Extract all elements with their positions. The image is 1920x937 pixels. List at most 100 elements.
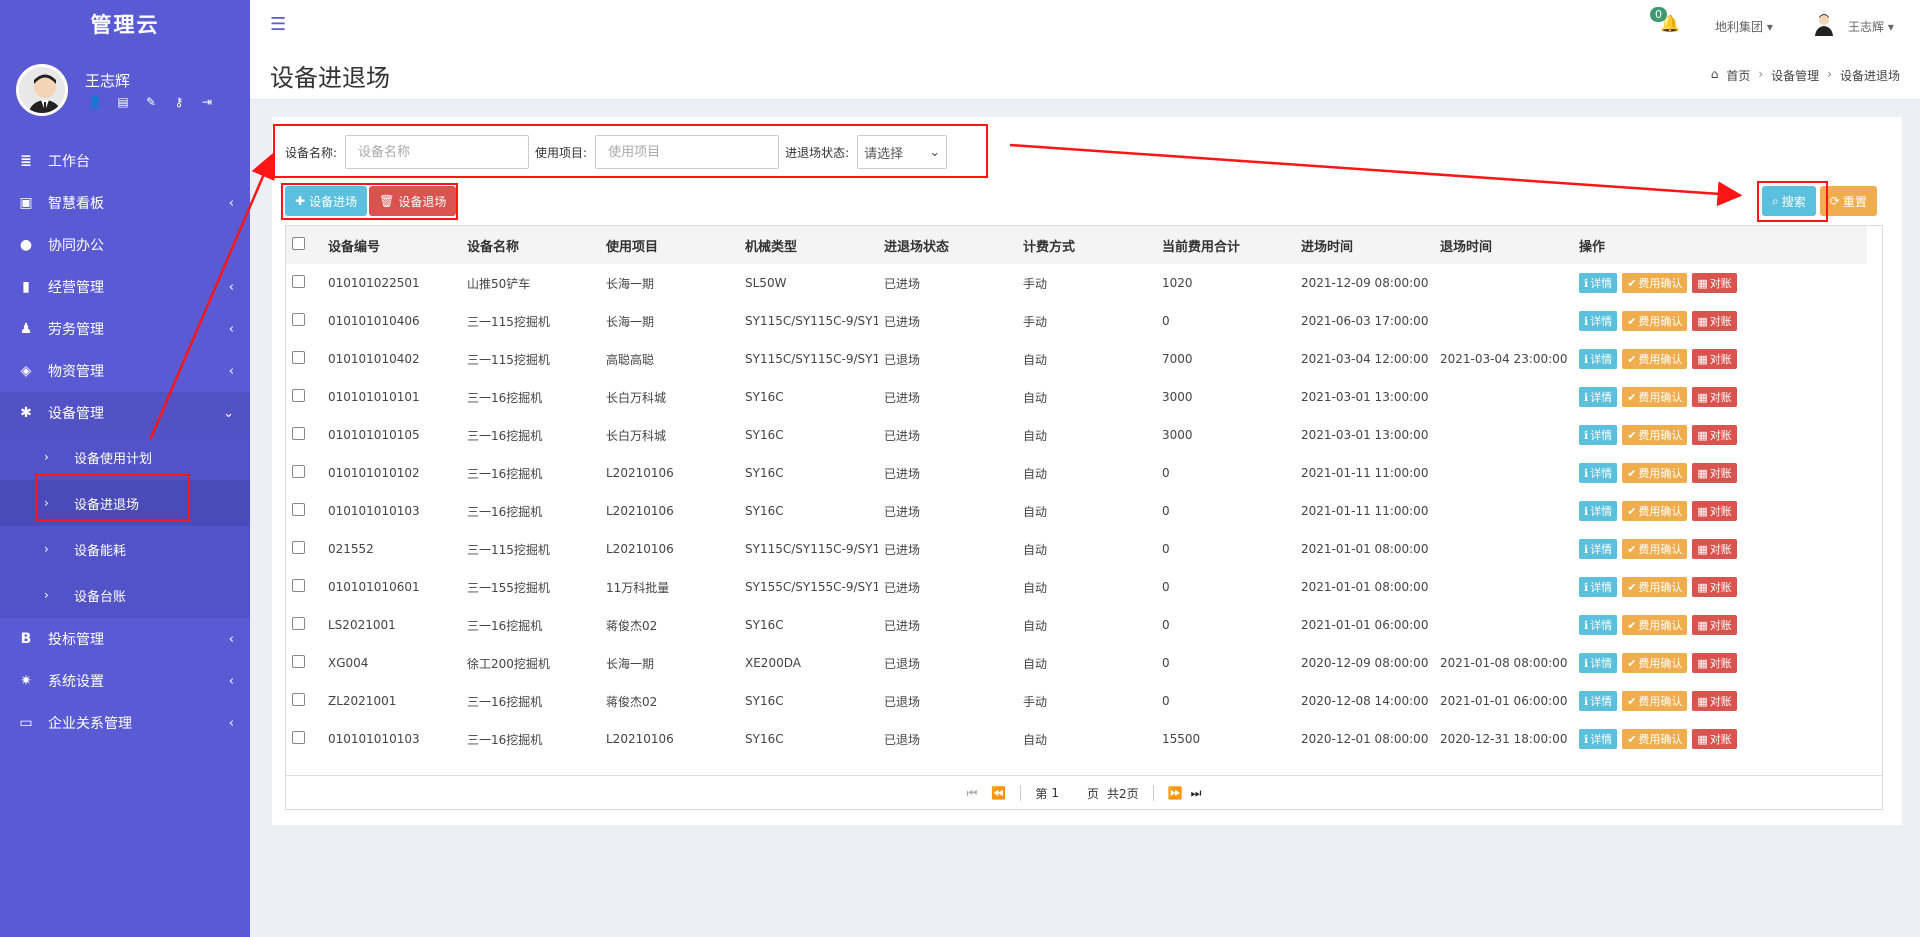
id-card-icon[interactable]: ▤ xyxy=(115,95,131,109)
row-checkbox[interactable] xyxy=(292,389,305,402)
logout-icon[interactable]: ⇥ xyxy=(199,95,215,109)
table-cell: 010101010103 xyxy=(328,732,420,746)
reconcile-button[interactable]: ▦ 对账 xyxy=(1692,463,1737,483)
edit-icon[interactable]: ✎ xyxy=(143,95,159,109)
table-cell: 已进场 xyxy=(884,466,921,481)
fee-confirm-button[interactable]: ✔ 费用确认 xyxy=(1622,691,1688,711)
detail-button[interactable]: ℹ 详情 xyxy=(1579,691,1618,711)
detail-button[interactable]: ℹ 详情 xyxy=(1579,311,1618,331)
reconcile-button[interactable]: ▦ 对账 xyxy=(1692,691,1737,711)
row-checkbox[interactable] xyxy=(292,693,305,706)
sidebar-item-items-3[interactable]: ▮ 经营管理 ‹ xyxy=(0,266,250,308)
reconcile-button[interactable]: ▦ 对账 xyxy=(1692,615,1737,635)
detail-button[interactable]: ℹ 详情 xyxy=(1579,615,1618,635)
fee-confirm-button[interactable]: ✔ 费用确认 xyxy=(1622,539,1688,559)
column-header[interactable]: 进场时间 xyxy=(1295,226,1434,264)
sidebar-item-items-5[interactable]: ◈ 物资管理 ‹ xyxy=(0,350,250,392)
breadcrumb-home[interactable]: 首页 xyxy=(1726,67,1750,84)
sidebar-item-items-6[interactable]: ✱ 设备管理 ⌄ xyxy=(0,392,250,434)
reconcile-button[interactable]: ▦ 对账 xyxy=(1692,273,1737,293)
fee-confirm-button[interactable]: ✔ 费用确认 xyxy=(1622,311,1688,331)
reconcile-button-label: 对账 xyxy=(1709,429,1732,442)
current-page-input[interactable]: 1 xyxy=(1051,786,1059,800)
detail-button[interactable]: ℹ 详情 xyxy=(1579,653,1618,673)
detail-button[interactable]: ℹ 详情 xyxy=(1579,463,1618,483)
detail-button[interactable]: ℹ 详情 xyxy=(1579,539,1618,559)
column-header[interactable]: 操作 xyxy=(1573,226,1867,264)
fee-confirm-button[interactable]: ✔ 费用确认 xyxy=(1622,349,1688,369)
detail-button[interactable]: ℹ 详情 xyxy=(1579,425,1618,445)
row-checkbox[interactable] xyxy=(292,541,305,554)
column-header[interactable]: 当前费用合计 xyxy=(1156,226,1295,264)
column-header[interactable]: 使用项目 xyxy=(600,226,739,264)
fee-confirm-button[interactable]: ✔ 费用确认 xyxy=(1622,273,1688,293)
fee-confirm-button[interactable]: ✔ 费用确认 xyxy=(1622,425,1688,445)
reconcile-button[interactable]: ▦ 对账 xyxy=(1692,425,1737,445)
sidebar-item-items-0[interactable]: ≣ 工作台 xyxy=(0,140,250,182)
prev-page-icon[interactable]: ⏪ xyxy=(991,786,1006,800)
reconcile-button[interactable]: ▦ 对账 xyxy=(1692,349,1737,369)
bell-icon[interactable]: 🔔 xyxy=(1660,14,1680,33)
sidebar-item-items_after-1[interactable]: ✷ 系统设置 ‹ xyxy=(0,660,250,702)
reconcile-button[interactable]: ▦ 对账 xyxy=(1692,729,1737,749)
next-page-icon[interactable]: ⏩ xyxy=(1168,786,1183,800)
row-checkbox[interactable] xyxy=(292,275,305,288)
column-header[interactable]: 设备编号 xyxy=(322,226,461,264)
sidebar-item-items-2[interactable]: ● 协同办公 xyxy=(0,224,250,266)
select-all-checkbox[interactable] xyxy=(292,236,305,250)
user-icon[interactable]: 👤 xyxy=(87,95,103,109)
fee-confirm-button[interactable]: ✔ 费用确认 xyxy=(1622,577,1688,597)
row-checkbox[interactable] xyxy=(292,427,305,440)
row-checkbox[interactable] xyxy=(292,465,305,478)
column-header[interactable]: 进退场状态 xyxy=(878,226,1017,264)
reset-button[interactable]: ⟳ 重置 xyxy=(1819,186,1877,216)
column-header[interactable]: 机械类型 xyxy=(739,226,878,264)
detail-button[interactable]: ℹ 详情 xyxy=(1579,349,1618,369)
row-checkbox[interactable] xyxy=(292,655,305,668)
submenu-item-2[interactable]: › 设备能耗 xyxy=(0,526,250,572)
reconcile-button[interactable]: ▦ 对账 xyxy=(1692,653,1737,673)
submenu-item-3[interactable]: › 设备台账 xyxy=(0,572,250,618)
column-header[interactable]: 设备名称 xyxy=(461,226,600,264)
top-user-avatar-icon[interactable] xyxy=(1813,12,1835,36)
sidebar-item-items-1[interactable]: ▣ 智慧看板 ‹ xyxy=(0,182,250,224)
detail-button[interactable]: ℹ 详情 xyxy=(1579,273,1618,293)
fee-confirm-button[interactable]: ✔ 费用确认 xyxy=(1622,729,1688,749)
row-checkbox[interactable] xyxy=(292,351,305,364)
fee-confirm-button[interactable]: ✔ 费用确认 xyxy=(1622,501,1688,521)
column-header[interactable]: 退场时间 xyxy=(1434,226,1573,264)
breadcrumb-device[interactable]: 设备管理 xyxy=(1771,67,1819,84)
fee-confirm-button[interactable]: ✔ 费用确认 xyxy=(1622,615,1688,635)
fee-confirm-button[interactable]: ✔ 费用确认 xyxy=(1622,387,1688,407)
key-icon[interactable]: ⚷ xyxy=(171,95,187,109)
avatar[interactable] xyxy=(16,64,68,116)
fee-confirm-button[interactable]: ✔ 费用确认 xyxy=(1622,653,1688,673)
company-dropdown[interactable]: 地利集团 ▾ xyxy=(1715,18,1773,35)
row-actions: ℹ 详情 ✔ 费用确认 ▦ 对账 xyxy=(1579,729,1867,749)
row-checkbox[interactable] xyxy=(292,731,305,744)
last-page-icon[interactable]: ⏭ xyxy=(1191,786,1202,801)
sidebar-item-items_after-0[interactable]: B 投标管理 ‹ xyxy=(0,618,250,660)
nav-icon: ✱ xyxy=(20,405,32,421)
detail-button[interactable]: ℹ 详情 xyxy=(1579,577,1618,597)
reconcile-button[interactable]: ▦ 对账 xyxy=(1692,501,1737,521)
reconcile-button[interactable]: ▦ 对账 xyxy=(1692,539,1737,559)
sidebar-item-items-4[interactable]: ♟ 劳务管理 ‹ xyxy=(0,308,250,350)
row-checkbox[interactable] xyxy=(292,313,305,326)
first-page-icon[interactable]: ⏮ xyxy=(967,786,978,801)
detail-button[interactable]: ℹ 详情 xyxy=(1579,387,1618,407)
fee-confirm-button[interactable]: ✔ 费用确认 xyxy=(1622,463,1688,483)
sidebar-item-items_after-2[interactable]: ▭ 企业关系管理 ‹ xyxy=(0,702,250,744)
row-checkbox[interactable] xyxy=(292,503,305,516)
top-user-dropdown[interactable]: 王志辉 ▾ xyxy=(1848,18,1894,35)
detail-button[interactable]: ℹ 详情 xyxy=(1579,501,1618,521)
detail-button[interactable]: ℹ 详情 xyxy=(1579,729,1618,749)
menu-toggle-icon[interactable]: ☰ xyxy=(270,14,286,35)
reconcile-button[interactable]: ▦ 对账 xyxy=(1692,387,1737,407)
column-header[interactable]: 计费方式 xyxy=(1017,226,1156,264)
row-checkbox[interactable] xyxy=(292,579,305,592)
reconcile-button[interactable]: ▦ 对账 xyxy=(1692,577,1737,597)
row-actions: ℹ 详情 ✔ 费用确认 ▦ 对账 xyxy=(1579,425,1867,445)
row-checkbox[interactable] xyxy=(292,617,305,630)
reconcile-button[interactable]: ▦ 对账 xyxy=(1692,311,1737,331)
